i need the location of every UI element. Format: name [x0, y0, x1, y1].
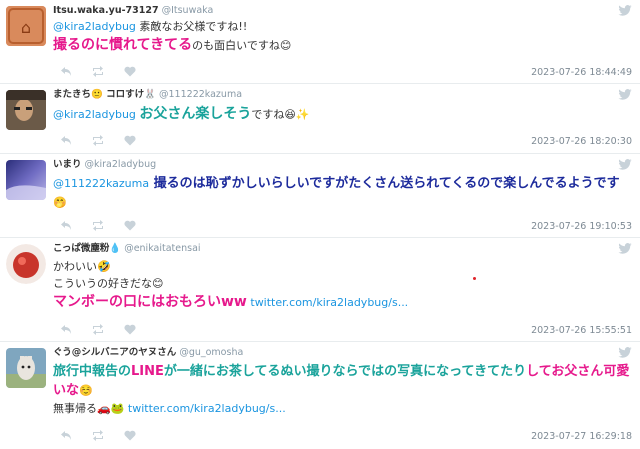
author-name-text: こっぱ微塵粉 — [53, 243, 110, 254]
tweet-header: またきち🙂 コロすけ🐰 @111222kazuma — [53, 88, 630, 102]
tweet-timestamp[interactable]: 2023-07-27 16:29:18 — [531, 431, 632, 442]
retweet-icon[interactable] — [92, 324, 104, 335]
author-handle[interactable]: @gu_omosha — [179, 347, 243, 358]
tweet-text: @kira2ladybug 素敵なお父様ですね!! — [53, 18, 630, 35]
reply-icon[interactable] — [60, 135, 72, 146]
highlight-text: が一緒にお茶してるぬい撮りならではの写真になってきてたり — [163, 364, 527, 379]
like-heart-icon[interactable] — [124, 324, 136, 335]
author-handle[interactable]: @Itsuwaka — [162, 5, 214, 16]
author-handle[interactable]: @kira2ladybug — [85, 159, 157, 170]
mention-link[interactable]: @kira2ladybug — [53, 20, 136, 33]
author-name-text: コロすけ — [102, 89, 145, 100]
tweet-text: かわいい🤣 — [53, 258, 630, 275]
tweet: ぐう@シルバニアのヤヌさん @gu_omosha 旅行中報告のLINEが一緒にお茶… — [0, 342, 640, 449]
svg-text:⌂: ⌂ — [21, 18, 31, 37]
retweet-icon[interactable] — [92, 135, 104, 146]
tweet-text: @kira2ladybug お父さん楽しそうですね😆✨ — [53, 104, 630, 125]
tweet-text-line: 撮るのに慣れてきてるのも面白いですね😊 — [53, 35, 630, 56]
like-heart-icon[interactable] — [124, 220, 136, 231]
tweet-header: Itsu.waka.yu-73127 @Itsuwaka — [53, 4, 630, 18]
smile-emoji: 😊 — [152, 277, 164, 290]
tweet-header: こっぱ微塵粉💧 @enikaitatensai — [53, 242, 630, 256]
droplet-emoji: 💧 — [109, 243, 122, 254]
avatar[interactable] — [6, 160, 46, 200]
author-name[interactable]: Itsu.waka.yu-73127 — [53, 5, 159, 16]
red-dot — [473, 277, 476, 280]
avatar[interactable]: ⌂ — [6, 6, 46, 46]
like-heart-icon[interactable] — [124, 135, 136, 146]
highlight-text: お父さん楽しそう — [139, 106, 252, 122]
retweet-icon[interactable] — [92, 220, 104, 231]
tweet-timestamp[interactable]: 2023-07-26 18:44:49 — [531, 67, 632, 78]
highlight-text: マンボーの口にはおもろいww — [53, 294, 247, 310]
avatar[interactable] — [6, 244, 46, 284]
tweet-actions — [60, 324, 136, 335]
reply-icon[interactable] — [60, 430, 72, 441]
avatar[interactable] — [6, 348, 46, 388]
reply-icon[interactable] — [60, 324, 72, 335]
rofl-emoji: 🤣 — [97, 260, 111, 273]
tweet-text-segment: ですね — [251, 108, 285, 121]
tweet-actions — [60, 66, 136, 77]
tweet: ⌂ Itsu.waka.yu-73127 @Itsuwaka @kira2lady… — [0, 0, 640, 84]
highlight-text: 撮るのは恥ずかしいらしいですがたくさん送られてくるので楽しんでるようです — [153, 176, 620, 191]
tweet: こっぱ微塵粉💧 @enikaitatensai かわいい🤣 こういうの好きだな😊 … — [0, 238, 640, 342]
tweet-actions — [60, 135, 136, 146]
author-name[interactable]: またきち🙂 コロすけ🐰 — [53, 89, 156, 100]
rabbit-emoji: 🐰 — [144, 89, 157, 100]
tweet-timestamp[interactable]: 2023-07-26 18:20:30 — [531, 136, 632, 147]
shush-emoji: 🤭 — [53, 196, 67, 209]
tweet-link[interactable]: twitter.com/kira2ladybug/s... — [128, 402, 286, 415]
tweet-text-segment: 素敵なお父様ですね!! — [135, 20, 248, 33]
tweet-actions — [60, 430, 136, 441]
author-name-text: またきち — [53, 89, 92, 100]
tweet-link[interactable]: twitter.com/kira2ladybug/s... — [250, 296, 408, 309]
tweet-text-segment: のも面白いですね — [192, 39, 280, 52]
tweet: またきち🙂 コロすけ🐰 @111222kazuma @kira2ladybug お… — [0, 84, 640, 154]
tweet-text: @111222kazuma 撮るのは恥ずかしいらしいですがたくさん送られてくるの… — [53, 174, 630, 212]
mention-link[interactable]: @kira2ladybug — [53, 108, 136, 121]
tweet-feed: ⌂ Itsu.waka.yu-73127 @Itsuwaka @kira2lady… — [0, 0, 640, 449]
highlight-text: LINE — [131, 364, 164, 379]
tweet-header: ぐう@シルバニアのヤヌさん @gu_omosha — [53, 346, 630, 360]
car-frog-emoji: 🚗🐸 — [97, 402, 125, 415]
tweet-text-segment: 無事帰る — [53, 402, 97, 415]
smile-emoji: 😊 — [279, 39, 292, 52]
author-name[interactable]: いまり — [53, 159, 82, 170]
author-handle[interactable]: @enikaitatensai — [124, 243, 200, 254]
avatar[interactable] — [6, 90, 46, 130]
tweet-text-line: マンボーの口にはおもろいww twitter.com/kira2ladybug/… — [53, 292, 630, 313]
laugh-sparkle-emoji: 😆✨ — [284, 108, 310, 121]
highlight-text: 旅行中報告の — [53, 364, 132, 379]
blush-emoji: ☺️ — [79, 384, 93, 397]
highlight-text: 撮るのに慣れてきてる — [53, 37, 193, 53]
retweet-icon[interactable] — [92, 430, 104, 441]
author-name[interactable]: ぐう@シルバニアのヤヌさん — [53, 347, 176, 358]
reply-icon[interactable] — [60, 66, 72, 77]
face-emoji: 🙂 — [91, 89, 103, 100]
tweet-actions — [60, 220, 136, 231]
like-heart-icon[interactable] — [124, 430, 136, 441]
mention-link[interactable]: @111222kazuma — [53, 177, 149, 190]
author-name[interactable]: こっぱ微塵粉💧 — [53, 243, 121, 254]
tweet-timestamp[interactable]: 2023-07-26 19:10:53 — [531, 221, 632, 232]
tweet-header: いまり @kira2ladybug — [53, 158, 630, 172]
tweet-timestamp[interactable]: 2023-07-26 15:55:51 — [531, 325, 632, 336]
tweet-text: 旅行中報告のLINEが一緒にお茶してるぬい撮りならではの写真になってきてたりして… — [53, 362, 630, 400]
tweet-text-line: こういうの好きだな😊 — [53, 275, 630, 292]
reply-icon[interactable] — [60, 220, 72, 231]
tweet: いまり @kira2ladybug @111222kazuma 撮るのは恥ずかしい… — [0, 154, 640, 238]
author-handle[interactable]: @111222kazuma — [159, 89, 242, 100]
tweet-text-segment: かわいい — [53, 260, 97, 273]
tweet-text-line: 無事帰る🚗🐸 twitter.com/kira2ladybug/s... — [53, 400, 630, 417]
like-heart-icon[interactable] — [124, 66, 136, 77]
retweet-icon[interactable] — [92, 66, 104, 77]
tweet-text-segment: こういうの好きだな — [53, 277, 152, 290]
